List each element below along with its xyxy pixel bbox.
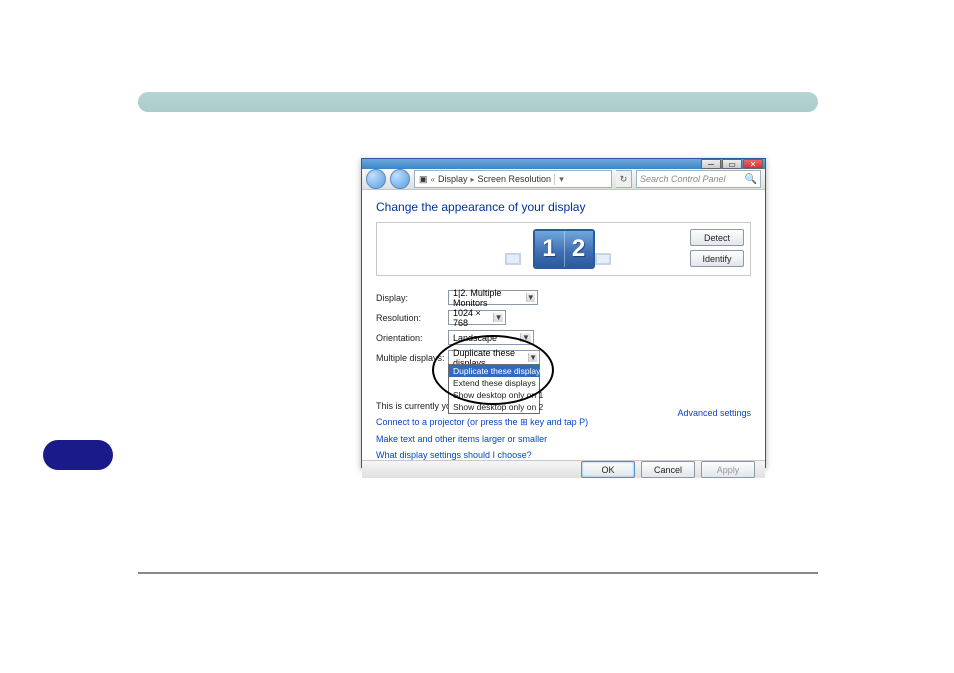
display-value: 1|2. Multiple Monitors bbox=[453, 288, 526, 308]
identify-button[interactable]: Identify bbox=[690, 250, 744, 267]
option-show-only-1[interactable]: Show desktop only on 1 bbox=[449, 389, 539, 401]
address-dropdown-icon[interactable]: ▾ bbox=[554, 174, 568, 185]
resolution-value: 1024 × 768 bbox=[453, 308, 493, 328]
display-dropdown[interactable]: 1|2. Multiple Monitors ▼ bbox=[448, 290, 538, 305]
monitor-2[interactable]: 2 bbox=[564, 231, 593, 267]
refresh-button[interactable]: ↻ bbox=[616, 170, 632, 188]
page-title: Change the appearance of your display bbox=[376, 200, 751, 214]
orientation-value: Landscape bbox=[453, 333, 497, 343]
multiple-displays-label: Multiple displays: bbox=[376, 353, 448, 363]
text-size-link[interactable]: Make text and other items larger or smal… bbox=[376, 434, 751, 444]
resolution-row: Resolution: 1024 × 768 ▼ bbox=[376, 310, 751, 325]
maximize-button[interactable]: ▭ bbox=[722, 159, 742, 169]
search-placeholder: Search Control Panel bbox=[640, 174, 726, 184]
orientation-row: Orientation: Landscape ▼ bbox=[376, 330, 751, 345]
display-row: Display: 1|2. Multiple Monitors ▼ bbox=[376, 290, 751, 305]
decorative-footer-rule bbox=[138, 572, 818, 574]
option-extend-displays[interactable]: Extend these displays bbox=[449, 377, 539, 389]
search-icon: 🔍 bbox=[745, 174, 757, 185]
multiple-displays-dropdown[interactable]: Duplicate these displays ▼ bbox=[448, 350, 540, 365]
resolution-dropdown[interactable]: 1024 × 768 ▼ bbox=[448, 310, 506, 325]
multiple-displays-options-list: Duplicate these displays Extend these di… bbox=[448, 364, 540, 414]
breadcrumb-chevron-icon: ▸ bbox=[470, 175, 474, 184]
address-left-chevron-icon: « bbox=[431, 175, 435, 184]
connect-projector-link[interactable]: Connect to a projector (or press the ⊞ k… bbox=[376, 417, 751, 428]
monitor-1-label: 1 bbox=[542, 235, 555, 263]
settings-form: Display: 1|2. Multiple Monitors ▼ Resolu… bbox=[376, 290, 751, 365]
multiple-displays-row: Multiple displays: Duplicate these displ… bbox=[376, 350, 751, 365]
screen-resolution-window: ─ ▭ ✕ ▣ « Display ▸ Screen Resolution ▾ … bbox=[361, 158, 766, 468]
address-bar[interactable]: ▣ « Display ▸ Screen Resolution ▾ bbox=[414, 170, 612, 188]
ok-button[interactable]: OK bbox=[581, 461, 635, 478]
detect-button[interactable]: Detect bbox=[690, 229, 744, 246]
chevron-down-icon: ▼ bbox=[493, 313, 503, 322]
address-glyph-icon: ▣ bbox=[419, 174, 428, 185]
forward-button[interactable] bbox=[390, 169, 410, 189]
cancel-button[interactable]: Cancel bbox=[641, 461, 695, 478]
chevron-down-icon: ▼ bbox=[520, 333, 531, 342]
display-arrangement-box[interactable]: 1 2 Detect Identify bbox=[376, 222, 751, 276]
explorer-nav-bar: ▣ « Display ▸ Screen Resolution ▾ ↻ Sear… bbox=[362, 169, 765, 190]
monitor-thumb-left bbox=[505, 253, 521, 265]
dialog-footer: OK Cancel Apply bbox=[362, 460, 765, 478]
monitor-thumb-right bbox=[595, 253, 611, 265]
resolution-label: Resolution: bbox=[376, 313, 448, 323]
apply-button[interactable]: Apply bbox=[701, 461, 755, 478]
decorative-side-pill bbox=[43, 440, 113, 470]
search-input[interactable]: Search Control Panel 🔍 bbox=[636, 170, 761, 188]
orientation-label: Orientation: bbox=[376, 333, 448, 343]
breadcrumb-screen-resolution[interactable]: Screen Resolution bbox=[478, 174, 552, 184]
option-duplicate-displays[interactable]: Duplicate these displays bbox=[449, 365, 539, 377]
close-button[interactable]: ✕ bbox=[743, 159, 763, 169]
display-help-link[interactable]: What display settings should I choose? bbox=[376, 450, 751, 460]
monitor-buttons: Detect Identify bbox=[690, 229, 744, 267]
option-show-only-2[interactable]: Show desktop only on 2 bbox=[449, 401, 539, 413]
projector-text-a: Connect to a projector (or press the bbox=[376, 417, 518, 427]
breadcrumb-display[interactable]: Display bbox=[438, 174, 468, 184]
orientation-dropdown[interactable]: Landscape ▼ bbox=[448, 330, 534, 345]
minimize-button[interactable]: ─ bbox=[701, 159, 721, 169]
chevron-down-icon: ▼ bbox=[526, 293, 536, 302]
monitor-graphic[interactable]: 1 2 bbox=[533, 229, 595, 269]
advanced-settings-link[interactable]: Advanced settings bbox=[677, 408, 751, 418]
projector-text-b: key and tap P) bbox=[530, 417, 588, 427]
display-label: Display: bbox=[376, 293, 448, 303]
windows-key-icon: ⊞ bbox=[520, 417, 530, 427]
window-content: Change the appearance of your display 1 … bbox=[362, 190, 765, 460]
monitor-2-label: 2 bbox=[572, 235, 585, 263]
window-title-bar: ─ ▭ ✕ bbox=[362, 159, 765, 169]
decorative-header-bar bbox=[138, 92, 818, 112]
monitor-1[interactable]: 1 bbox=[535, 231, 564, 267]
back-button[interactable] bbox=[366, 169, 386, 189]
chevron-down-icon: ▼ bbox=[528, 353, 537, 362]
